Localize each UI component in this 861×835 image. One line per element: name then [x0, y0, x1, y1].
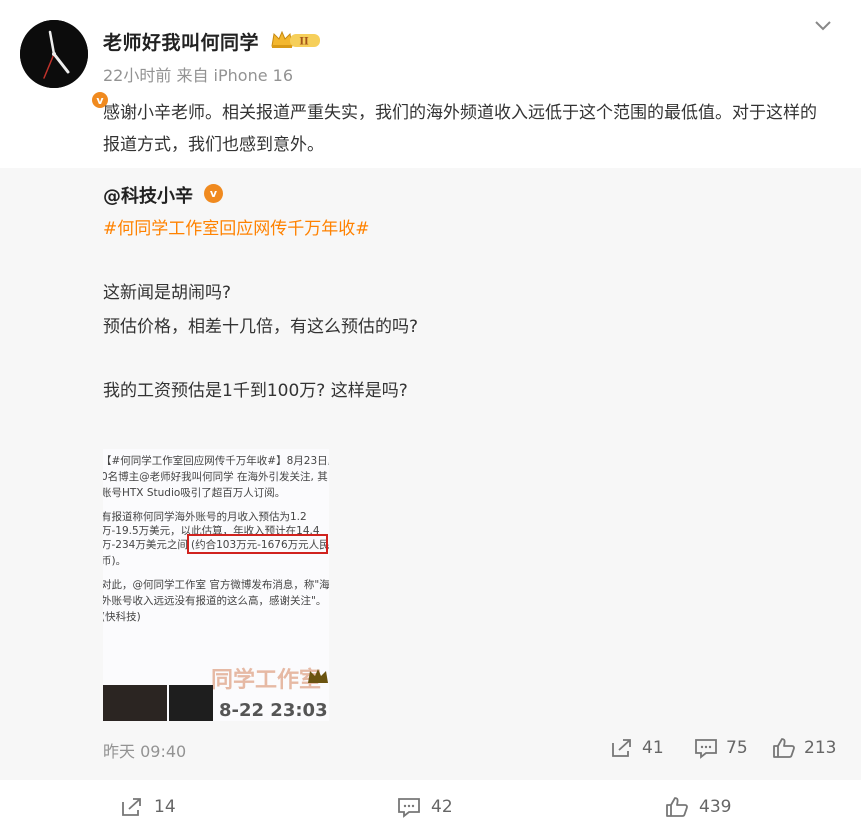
- repost-line: 我的工资预估是1千到100万? 这样是吗?: [103, 381, 408, 401]
- repost-icon: [122, 798, 141, 816]
- repost-verified-icon: v: [204, 184, 223, 203]
- like-count: 439: [699, 797, 732, 817]
- image-text: (快科技): [103, 611, 141, 623]
- repost-line: 预估价格，相差十几倍，有这么预估的吗?: [103, 317, 419, 337]
- image-text: 外账号收入远远没有报道的这么高，感谢关注"。: [103, 595, 327, 607]
- comment-count: 42: [431, 797, 453, 817]
- image-photo: [169, 685, 213, 721]
- like-icon: [666, 797, 688, 817]
- avatar-clock-image: [20, 20, 88, 88]
- crown-icon: [308, 669, 328, 683]
- post-content: 感谢小辛老师。相关报道严重失实，我们的海外频道收入远低于这个范围的最低值。对于这…: [103, 103, 817, 155]
- comment-icon: [695, 739, 717, 759]
- repost-count: 41: [642, 738, 664, 758]
- weibo-post: v 老师好我叫何同学 II 22小时前 来自 iPhone 16 感谢小辛老师。…: [0, 0, 861, 835]
- image-text: 币)。: [103, 555, 127, 567]
- repost-username[interactable]: @科技小辛: [103, 182, 193, 208]
- image-watermark: 同学工作室: [211, 668, 322, 693]
- highlight-box: [187, 534, 328, 554]
- post-username[interactable]: 老师好我叫何同学: [103, 28, 259, 55]
- member-badge-label: II: [299, 37, 309, 48]
- comment-icon: [398, 798, 420, 818]
- image-text: 有报道称何同学海外账号的月收入预估为1.2: [103, 511, 307, 523]
- like-button[interactable]: 439: [665, 796, 731, 818]
- repost-icon: [612, 739, 631, 757]
- post-meta: 22小时前 来自 iPhone 16: [103, 62, 293, 86]
- repost-image[interactable]: 【#何同学工作室回应网传千万年收#】8月23日, 0名博主@老师好我叫何同学 在…: [103, 449, 329, 721]
- post-time[interactable]: 22小时前: [103, 66, 171, 85]
- repost-line: 这新闻是胡闹吗?: [103, 283, 232, 303]
- image-text: 账号HTX Studio吸引了超百万人订阅。: [103, 487, 286, 499]
- repost-comment-button[interactable]: 75: [694, 737, 748, 759]
- chevron-down-icon[interactable]: [812, 14, 834, 36]
- repost-button[interactable]: 14: [120, 796, 176, 818]
- image-text: 万-234万美元之间: [103, 539, 188, 551]
- repost-count: 14: [154, 797, 176, 817]
- post-source: 来自 iPhone 16: [176, 66, 294, 85]
- user-avatar[interactable]: v: [20, 20, 110, 110]
- repost-like-button[interactable]: 213: [772, 737, 836, 759]
- image-photo: [103, 685, 167, 721]
- image-date: 8-22 23:03: [219, 700, 328, 721]
- image-text: 【#何同学工作室回应网传千万年收#】8月23日,: [103, 455, 329, 467]
- comment-count: 75: [726, 738, 748, 758]
- image-text: 0名博主@老师好我叫何同学 在海外引发关注, 其: [103, 471, 328, 483]
- like-count: 213: [804, 738, 837, 758]
- repost-repost-button[interactable]: 41: [610, 737, 664, 759]
- repost-time[interactable]: 昨天 09:40: [103, 738, 186, 762]
- image-text: 对此，@何同学工作室 官方微博发布消息，称"海: [103, 579, 329, 591]
- like-icon: [773, 738, 795, 758]
- member-crown-icon[interactable]: II: [270, 29, 322, 51]
- comment-button[interactable]: 42: [397, 796, 453, 818]
- repost-hashtag[interactable]: #何同学工作室回应网传千万年收#: [103, 214, 370, 239]
